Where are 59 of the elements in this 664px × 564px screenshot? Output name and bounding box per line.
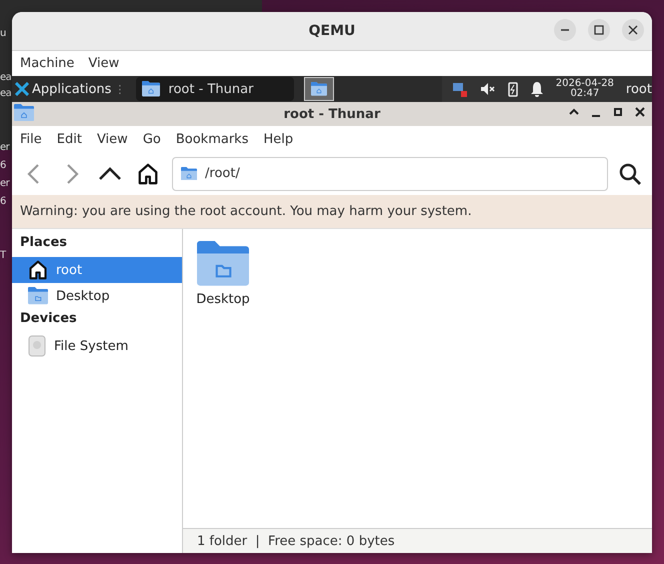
background-text: ea bbox=[0, 72, 12, 83]
workspace-button[interactable] bbox=[304, 77, 334, 101]
close-icon bbox=[628, 25, 638, 35]
window-title: root - Thunar bbox=[284, 106, 380, 122]
menu-item[interactable]: Bookmarks bbox=[176, 132, 248, 146]
taskbar-item[interactable]: root - Thunar bbox=[136, 77, 294, 101]
network-icon bbox=[452, 81, 468, 97]
warning-message: Warning: you are using the root account. You may harm your system. bbox=[12, 195, 652, 228]
close-icon[interactable] bbox=[634, 106, 646, 118]
user-name: root bbox=[626, 82, 652, 96]
folder-icon bbox=[197, 241, 249, 286]
location-field[interactable]: /root/ bbox=[172, 156, 608, 190]
minimize-icon bbox=[560, 29, 570, 31]
maximize-icon[interactable] bbox=[612, 106, 624, 118]
background-text: 6 bbox=[0, 160, 6, 171]
background-text: er bbox=[0, 142, 10, 153]
menu-item[interactable]: File bbox=[20, 132, 42, 146]
clock: 2026-04-28 02:47 bbox=[556, 79, 614, 99]
back-icon bbox=[26, 162, 42, 184]
menu-item[interactable]: Edit bbox=[56, 132, 82, 146]
folder-icon bbox=[28, 287, 48, 305]
forward-icon bbox=[64, 162, 80, 184]
sidebar-heading: Places bbox=[19, 234, 68, 252]
menu-item[interactable]: View bbox=[88, 56, 120, 71]
handle-icon: ⋮ bbox=[114, 82, 126, 96]
status-text: 1 folder | Free space: 0 bytes bbox=[197, 534, 395, 548]
muted-speaker-icon bbox=[480, 82, 496, 96]
sidebar-item[interactable]: Desktop bbox=[12, 283, 182, 309]
menu-item[interactable]: Help bbox=[263, 132, 294, 146]
background-text: er bbox=[0, 178, 10, 189]
bell-icon bbox=[530, 81, 544, 97]
background-text: T bbox=[0, 250, 6, 261]
folder-icon bbox=[181, 166, 197, 180]
folder-icon bbox=[14, 104, 34, 122]
background-text: 6 bbox=[0, 196, 6, 207]
background-text: ea bbox=[0, 88, 12, 99]
menu-item[interactable]: Go bbox=[142, 132, 161, 146]
folder-item[interactable]: Desktop bbox=[193, 241, 253, 307]
folder-icon bbox=[311, 82, 328, 96]
battery-icon bbox=[508, 81, 518, 97]
minimize-button[interactable] bbox=[554, 19, 576, 41]
sidebar-item[interactable]: File System bbox=[12, 333, 182, 359]
close-button[interactable] bbox=[622, 19, 644, 41]
up-icon bbox=[98, 166, 122, 182]
background-text: u bbox=[0, 28, 6, 39]
menu-item[interactable]: Machine bbox=[20, 56, 74, 71]
home-icon bbox=[28, 260, 48, 280]
sidebar-heading: Devices bbox=[19, 310, 78, 328]
cross-logo-icon bbox=[15, 82, 29, 96]
search-icon bbox=[618, 162, 642, 186]
folder-icon bbox=[142, 81, 160, 97]
window-title: QEMU bbox=[308, 23, 356, 39]
home-icon bbox=[137, 162, 159, 184]
maximize-button[interactable] bbox=[588, 19, 610, 41]
drive-icon bbox=[28, 335, 46, 357]
maximize-icon bbox=[594, 25, 604, 35]
menu-item[interactable]: View bbox=[96, 132, 128, 146]
sidebar-item[interactable]: root bbox=[12, 257, 182, 283]
applications-menu[interactable]: Applications ⋮ bbox=[12, 76, 128, 102]
